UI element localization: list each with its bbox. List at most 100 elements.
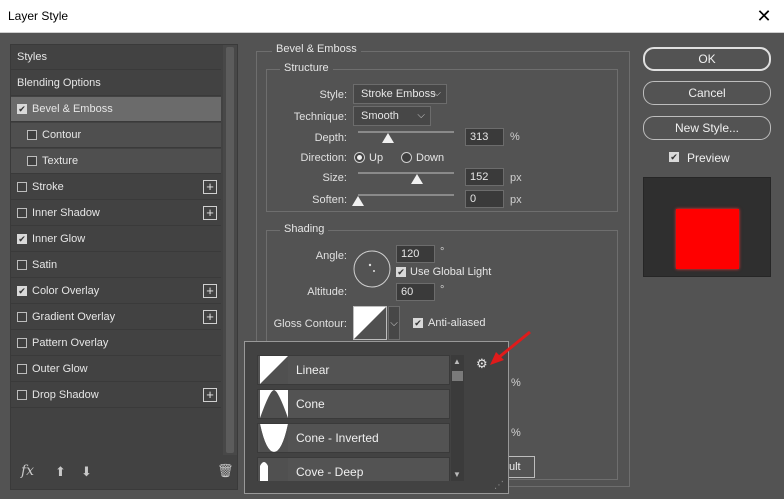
scroll-down-icon[interactable]: ▼ bbox=[453, 470, 461, 479]
style-list-item[interactable]: Outer Glow bbox=[11, 357, 221, 382]
style-dropdown[interactable]: Stroke Emboss ⌵ bbox=[353, 84, 447, 104]
depth-label: Depth: bbox=[314, 132, 347, 144]
contour-option[interactable]: Cove - Deep bbox=[257, 457, 450, 481]
style-list-item-label: Styles bbox=[17, 51, 47, 63]
contour-list-scrollbar[interactable]: ▲ ▼ bbox=[451, 355, 464, 481]
altitude-unit: ° bbox=[440, 284, 445, 296]
style-list-item-label: Satin bbox=[32, 259, 58, 271]
altitude-field[interactable]: 60 bbox=[396, 283, 435, 301]
style-checkbox[interactable]: ✔ bbox=[17, 104, 27, 114]
style-checkbox[interactable] bbox=[17, 312, 27, 322]
style-list-item[interactable]: ✔ Bevel & Emboss bbox=[11, 97, 221, 122]
style-checkbox[interactable] bbox=[27, 130, 37, 140]
depth-field[interactable]: 313 bbox=[465, 128, 504, 146]
anti-aliased-checkbox[interactable]: ✔ bbox=[413, 318, 423, 328]
style-checkbox[interactable]: ✔ bbox=[17, 286, 27, 296]
style-list-item[interactable]: ✔ Color Overlay + bbox=[11, 279, 221, 304]
global-light-checkbox[interactable]: ✔ bbox=[396, 267, 406, 277]
contour-option[interactable]: Cone bbox=[257, 389, 450, 419]
style-list-item[interactable]: Inner Shadow + bbox=[11, 201, 221, 226]
shading-title: Shading bbox=[280, 223, 329, 235]
gloss-contour-label: Gloss Contour: bbox=[273, 318, 347, 330]
scrollbar-thumb[interactable] bbox=[226, 47, 234, 453]
style-checkbox[interactable] bbox=[17, 390, 27, 400]
technique-dropdown[interactable]: Smooth ⌵ bbox=[353, 106, 431, 126]
bevel-emboss-title: Bevel & Emboss bbox=[272, 43, 361, 55]
style-list-item[interactable]: Gradient Overlay + bbox=[11, 305, 221, 330]
cone-contour-icon bbox=[260, 390, 288, 418]
new-style-button[interactable]: New Style... bbox=[643, 116, 771, 140]
scroll-up-icon[interactable]: ▲ bbox=[453, 357, 461, 366]
style-list-item[interactable]: Contour bbox=[11, 123, 221, 148]
soften-field[interactable]: 0 bbox=[465, 190, 504, 208]
gloss-contour-thumbnail[interactable] bbox=[353, 306, 387, 340]
cone-inverted-contour-icon bbox=[260, 424, 288, 452]
add-effect-icon[interactable]: + bbox=[203, 206, 217, 220]
add-effect-icon[interactable]: + bbox=[203, 310, 217, 324]
add-effect-icon[interactable]: + bbox=[203, 388, 217, 402]
add-effect-icon[interactable]: + bbox=[203, 180, 217, 194]
move-up-icon[interactable]: ⬆ bbox=[55, 464, 66, 480]
style-dropdown-value: Stroke Emboss bbox=[361, 88, 436, 100]
size-field[interactable]: 152 bbox=[465, 168, 504, 186]
move-down-icon[interactable]: ⬇ bbox=[81, 464, 92, 480]
size-slider-track[interactable] bbox=[358, 172, 454, 174]
style-list-item-label: Outer Glow bbox=[32, 363, 88, 375]
fx-icon[interactable]: fx bbox=[21, 463, 34, 479]
depth-unit: % bbox=[510, 131, 520, 143]
style-checkbox[interactable]: ✔ bbox=[17, 234, 27, 244]
style-list-item[interactable]: Pattern Overlay bbox=[11, 331, 221, 356]
contour-option[interactable]: Cone - Inverted bbox=[257, 423, 450, 453]
style-list-item[interactable]: Drop Shadow + bbox=[11, 383, 221, 408]
depth-slider-track[interactable] bbox=[358, 131, 454, 133]
chevron-down-icon: ⌵ bbox=[390, 317, 398, 329]
angle-field[interactable]: 120 bbox=[396, 245, 435, 263]
style-checkbox[interactable] bbox=[17, 208, 27, 218]
style-list-item[interactable]: ✔ Inner Glow bbox=[11, 227, 221, 252]
chevron-down-icon: ⌵ bbox=[417, 110, 425, 121]
close-icon[interactable]: ✕ bbox=[744, 0, 784, 33]
scrollbar-thumb[interactable] bbox=[452, 371, 463, 381]
size-slider-thumb[interactable] bbox=[410, 174, 423, 184]
soften-label: Soften: bbox=[312, 194, 347, 206]
technique-label: Technique: bbox=[293, 111, 347, 123]
window-title: Layer Style bbox=[8, 9, 69, 23]
soften-slider-track[interactable] bbox=[358, 194, 454, 196]
style-checkbox[interactable] bbox=[17, 338, 27, 348]
angle-unit: ° bbox=[440, 246, 445, 258]
depth-slider-thumb[interactable] bbox=[381, 133, 394, 143]
contour-picker-popup: Linear Cone Cone - Inverted Cove - Deep ▲ ▼… bbox=[244, 341, 509, 494]
partial-percent-1: % bbox=[511, 377, 521, 389]
direction-up-radio[interactable] bbox=[354, 152, 365, 163]
ok-button[interactable]: OK bbox=[643, 47, 771, 71]
style-list-item[interactable]: Blending Options bbox=[11, 71, 221, 96]
preview-label: Preview bbox=[687, 151, 730, 165]
style-list-item[interactable]: Stroke + bbox=[11, 175, 221, 200]
style-list: Styles Blending Options ✔ Bevel & Emboss Con… bbox=[10, 44, 238, 490]
structure-title: Structure bbox=[280, 62, 333, 74]
preview-box bbox=[643, 177, 771, 277]
linear-contour-icon bbox=[354, 307, 386, 339]
add-effect-icon[interactable]: + bbox=[203, 284, 217, 298]
direction-down-radio[interactable] bbox=[401, 152, 412, 163]
style-list-scrollbar[interactable] bbox=[223, 45, 237, 455]
style-checkbox[interactable] bbox=[27, 156, 37, 166]
style-list-item-label: Drop Shadow bbox=[32, 389, 99, 401]
resize-grip-icon[interactable]: ⋰ bbox=[494, 480, 504, 491]
style-list-item[interactable]: Satin bbox=[11, 253, 221, 278]
angle-dial[interactable] bbox=[352, 249, 392, 289]
style-checkbox[interactable] bbox=[17, 364, 27, 374]
style-list-item[interactable]: Texture bbox=[11, 149, 221, 174]
cancel-button[interactable]: Cancel bbox=[643, 81, 771, 105]
soften-slider-thumb[interactable] bbox=[352, 196, 364, 206]
style-list-item[interactable]: Styles bbox=[11, 45, 221, 70]
contour-option[interactable]: Linear bbox=[257, 355, 450, 385]
style-list-item-label: Texture bbox=[42, 155, 79, 167]
preview-checkbox[interactable]: ✔ bbox=[669, 152, 679, 162]
anti-aliased-label: Anti-aliased bbox=[428, 317, 486, 329]
trash-icon[interactable]: 🗑 bbox=[217, 463, 234, 479]
style-checkbox[interactable] bbox=[17, 260, 27, 270]
partial-percent-2: % bbox=[511, 427, 521, 439]
style-checkbox[interactable] bbox=[17, 182, 27, 192]
gloss-contour-dropdown[interactable]: ⌵ bbox=[388, 306, 400, 340]
